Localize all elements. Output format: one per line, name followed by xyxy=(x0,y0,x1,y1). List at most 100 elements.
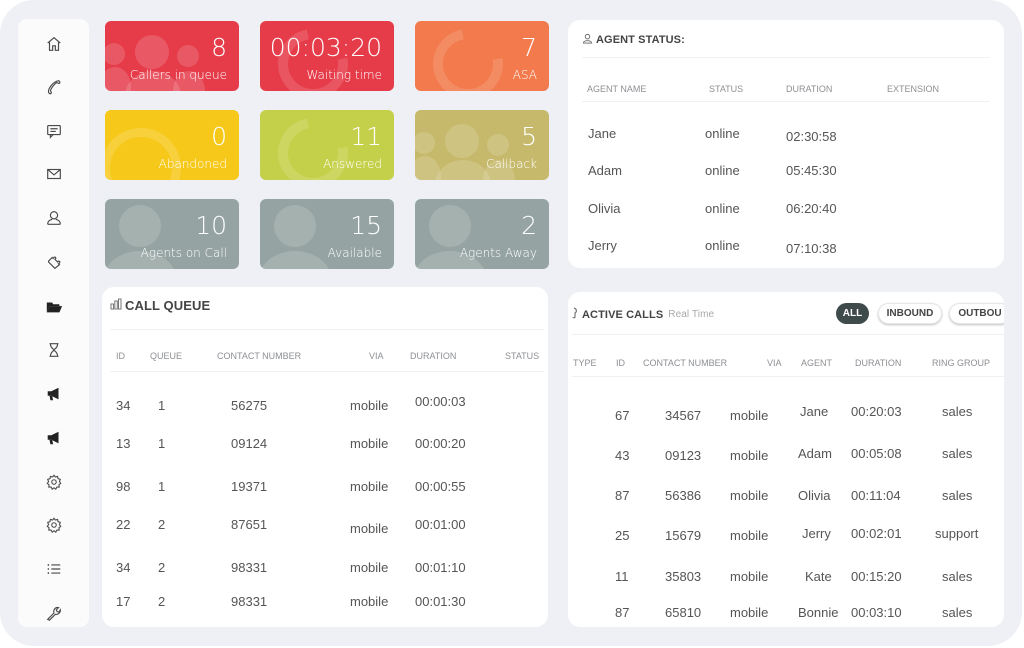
deco-shape xyxy=(260,251,332,269)
cell-via: mobile xyxy=(730,488,769,503)
cell-duration: 00:20:03 xyxy=(851,404,902,419)
tile-label: Answered xyxy=(323,157,382,171)
phone-hook-icon xyxy=(572,307,579,322)
column-header-extension[interactable]: EXTENSION xyxy=(887,84,939,94)
tile-value: 15 xyxy=(350,211,382,240)
cell-duration: 00:01:10 xyxy=(415,560,466,575)
deco-shape xyxy=(177,45,199,67)
stat-tile-agents-on-call[interactable]: 10 Agents on Call xyxy=(105,199,239,269)
column-header-status[interactable]: STATUS xyxy=(709,84,743,94)
column-header-contact-number[interactable]: CONTACT NUMBER xyxy=(217,351,301,361)
puzzle-icon[interactable] xyxy=(43,251,65,273)
stat-tile-answered[interactable]: 11 Answered xyxy=(260,110,394,180)
megaphone-icon[interactable] xyxy=(43,383,65,405)
cell-via: mobile xyxy=(350,560,389,575)
home-icon[interactable] xyxy=(43,33,65,55)
call-queue-title: CALL QUEUE xyxy=(125,298,211,313)
list-icon[interactable] xyxy=(43,558,65,580)
stat-tile-callers-in-queue[interactable]: 8 Callers in queue xyxy=(105,21,239,91)
stat-tile-asa[interactable]: 7 ASA xyxy=(415,21,549,91)
tile-label: Agents Away xyxy=(459,246,537,260)
stat-tile-callback[interactable]: 5 Callback xyxy=(415,110,549,180)
cell-contact: 65810 xyxy=(665,605,702,620)
cell-contact: 15679 xyxy=(665,528,702,543)
cell-ring-group: sales xyxy=(942,404,973,419)
cell-queue: 1 xyxy=(158,479,166,494)
tile-label: Callers in queue xyxy=(129,68,227,82)
gear-icon[interactable] xyxy=(43,514,65,536)
cell-via: mobile xyxy=(350,521,389,536)
divider xyxy=(110,329,544,330)
filter-outbou-button[interactable]: OUTBOU xyxy=(949,303,1004,324)
cell-ring-group: support xyxy=(935,526,979,541)
column-header-agent[interactable]: AGENT xyxy=(801,358,832,368)
column-header-via[interactable]: VIA xyxy=(369,351,384,361)
column-header-agent-name[interactable]: AGENT NAME xyxy=(587,84,646,94)
deco-shape xyxy=(105,128,181,180)
cell-ring-group: sales xyxy=(942,605,973,620)
column-header-id[interactable]: ID xyxy=(616,358,625,368)
column-header-status[interactable]: STATUS xyxy=(505,351,539,361)
cell-duration: 00:00:20 xyxy=(415,436,466,451)
column-header-ring-group[interactable]: RING GROUP xyxy=(932,358,990,368)
cell-contact: 34567 xyxy=(665,408,702,423)
cell-status: online xyxy=(705,126,740,141)
filter-inbound-button[interactable]: INBOUND xyxy=(878,303,942,324)
tile-label: Waiting time xyxy=(306,68,382,82)
cell-duration: 00:00:55 xyxy=(415,479,466,494)
cell-contact: 98331 xyxy=(231,560,268,575)
filter-all-button[interactable]: ALL xyxy=(836,303,869,324)
tile-label: ASA xyxy=(512,68,537,82)
active-calls-subtitle: Real Time xyxy=(668,309,715,320)
column-header-type[interactable]: TYPE xyxy=(573,358,597,368)
hourglass-icon[interactable] xyxy=(43,339,65,361)
stat-tile-agents-away[interactable]: 2 Agents Away xyxy=(415,199,549,269)
cell-duration: 07:10:38 xyxy=(786,241,837,256)
gear-icon[interactable] xyxy=(43,471,65,493)
agent-icon xyxy=(582,33,593,47)
cell-id: 17 xyxy=(116,594,131,609)
deco-shape xyxy=(135,35,169,69)
column-header-duration[interactable]: DURATION xyxy=(786,84,832,94)
cell-queue: 2 xyxy=(158,560,166,575)
column-header-duration[interactable]: DURATION xyxy=(855,358,901,368)
user-icon[interactable] xyxy=(43,207,65,229)
message-icon[interactable] xyxy=(43,120,65,142)
cell-contact: 09124 xyxy=(231,436,268,451)
tile-label: Agents on Call xyxy=(140,246,227,260)
mail-icon[interactable] xyxy=(43,163,65,185)
column-header-duration[interactable]: DURATION xyxy=(410,351,456,361)
tile-value: 2 xyxy=(521,211,537,240)
cell-duration: 00:11:04 xyxy=(851,488,901,503)
column-header-contact-number[interactable]: CONTACT NUMBER xyxy=(643,358,727,368)
column-header-via[interactable]: VIA xyxy=(767,358,782,368)
stat-tile-waiting-time[interactable]: 00:03:20 Waiting time xyxy=(260,21,394,91)
cell-ring-group: sales xyxy=(942,488,973,503)
call-queue-panel: CALL QUEUE ID QUEUE CONTACT NUMBER VIA DURAT… xyxy=(102,287,548,627)
cell-ring-group: sales xyxy=(942,446,973,461)
tile-value: 00:03:20 xyxy=(269,33,382,62)
cell-id: 87 xyxy=(615,488,630,503)
cell-contact: 35803 xyxy=(665,569,702,584)
cell-id: 13 xyxy=(116,436,131,451)
cell-ring-group: sales xyxy=(942,569,973,584)
cell-duration: 00:02:01 xyxy=(851,526,902,541)
column-header-queue[interactable]: QUEUE xyxy=(150,351,182,361)
cell-agent: Olivia xyxy=(798,488,831,503)
agent-status-title: AGENT STATUS: xyxy=(596,34,685,46)
cell-queue: 1 xyxy=(158,398,166,413)
wrench-icon[interactable] xyxy=(43,602,65,624)
megaphone-icon[interactable] xyxy=(43,427,65,449)
stat-tile-abandoned[interactable]: 0 Abandoned xyxy=(105,110,239,180)
stat-tile-available[interactable]: 15 Available xyxy=(260,199,394,269)
cell-id: 34 xyxy=(116,398,131,413)
cell-id: 67 xyxy=(615,408,630,423)
folder-icon[interactable] xyxy=(43,296,65,318)
phone-icon[interactable] xyxy=(43,76,65,98)
divider xyxy=(582,57,990,58)
column-header-id[interactable]: ID xyxy=(116,351,125,361)
tile-value: 11 xyxy=(350,122,382,151)
agent-status-header: AGENT STATUS: xyxy=(582,33,685,47)
cell-via: mobile xyxy=(730,569,769,584)
cell-status: online xyxy=(705,163,740,178)
